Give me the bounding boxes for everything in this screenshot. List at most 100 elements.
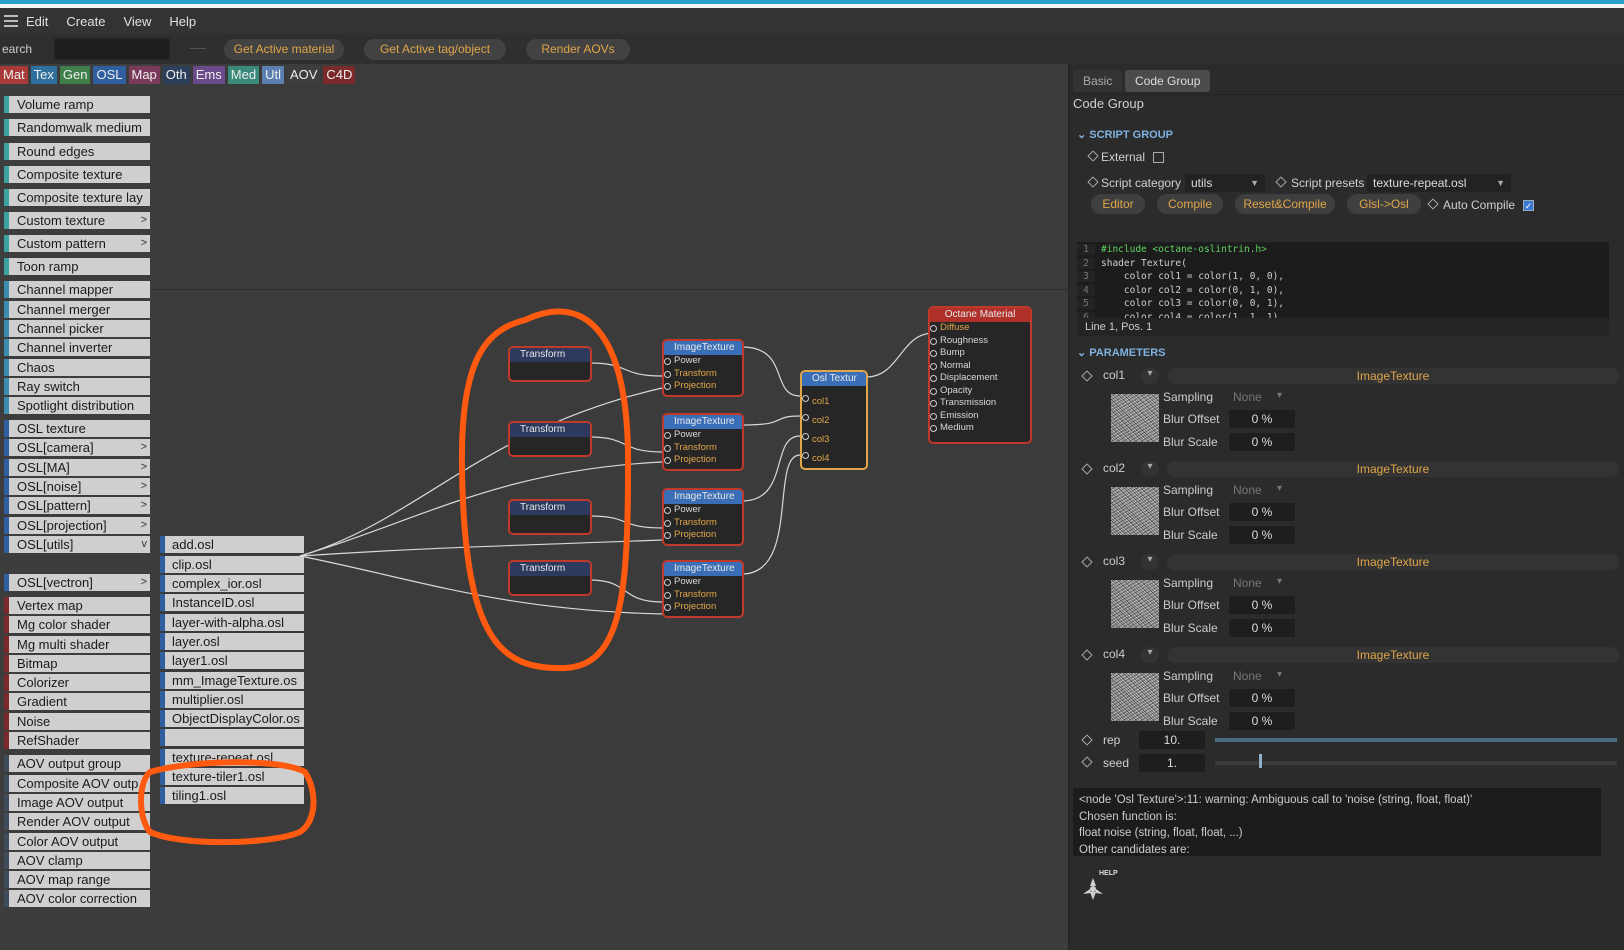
osl-texture-port[interactable]: col2 — [802, 411, 866, 430]
param-name[interactable]: col4 — [1103, 647, 1125, 661]
param-texture-link[interactable]: ImageTexture — [1167, 647, 1619, 663]
material-port[interactable]: Roughness — [930, 335, 1030, 348]
blur-offset-input[interactable]: 0 % — [1229, 410, 1295, 428]
sampling-select[interactable]: None — [1233, 390, 1262, 404]
script-category-keyframe-icon[interactable] — [1087, 176, 1099, 188]
material-port[interactable]: Opacity — [930, 385, 1030, 398]
external-checkbox[interactable] — [1153, 152, 1164, 163]
script-category-label: Script category — [1101, 176, 1182, 190]
sampling-select[interactable]: None — [1233, 669, 1262, 683]
material-port[interactable]: Transmission — [930, 397, 1030, 410]
chevron-down-icon[interactable]: ▾ — [1141, 461, 1159, 477]
transform-node[interactable]: Transform — [508, 346, 592, 382]
material-port[interactable]: Displacement — [930, 372, 1030, 385]
material-port[interactable]: Normal — [930, 360, 1030, 373]
image-texture-node[interactable]: ImageTexture Power Transform Projection — [662, 488, 744, 546]
param-name[interactable]: col3 — [1103, 554, 1125, 568]
tab-code-group[interactable]: Code Group — [1125, 70, 1211, 92]
osl-texture-port[interactable]: col4 — [802, 449, 866, 468]
blur-scale-input[interactable]: 0 % — [1229, 433, 1295, 451]
image-texture-port[interactable]: Projection — [664, 454, 742, 467]
blur-scale-input[interactable]: 0 % — [1229, 712, 1295, 730]
script-presets-keyframe-icon[interactable] — [1275, 176, 1287, 188]
parameters-label: PARAMETERS — [1089, 347, 1166, 359]
param-texture-link[interactable]: ImageTexture — [1167, 461, 1619, 477]
external-keyframe-icon[interactable] — [1087, 150, 1099, 162]
auto-compile-checkbox[interactable]: ✓ — [1523, 200, 1534, 211]
rep-label: rep — [1103, 733, 1121, 747]
image-texture-port[interactable]: Projection — [664, 601, 742, 614]
chevron-down-icon[interactable]: ▾ — [1141, 647, 1159, 663]
script-group-header[interactable]: ⌄ SCRIPT GROUP — [1077, 128, 1173, 141]
param-name[interactable]: col1 — [1103, 368, 1125, 382]
material-port[interactable]: Bump — [930, 347, 1030, 360]
blur-offset-input[interactable]: 0 % — [1229, 596, 1295, 614]
transform-node[interactable]: Transform — [508, 499, 592, 535]
code-line-number: 5 — [1077, 298, 1095, 309]
blur-scale-input[interactable]: 0 % — [1229, 526, 1295, 544]
image-texture-port[interactable]: Power — [664, 429, 742, 442]
chevron-down-icon[interactable]: ▾ — [1141, 368, 1159, 384]
sampling-label: Sampling — [1163, 669, 1214, 683]
param-keyframe-icon[interactable] — [1081, 370, 1093, 382]
image-texture-port[interactable]: Transform — [664, 442, 742, 455]
blur-scale-input[interactable]: 0 % — [1229, 619, 1295, 637]
code-line-number: 4 — [1077, 284, 1095, 296]
seed-slider[interactable] — [1215, 761, 1617, 765]
rep-keyframe-icon[interactable] — [1081, 734, 1093, 746]
image-texture-node[interactable]: ImageTexture Power Transform Projection — [662, 413, 744, 471]
material-port[interactable]: Emission — [930, 410, 1030, 423]
parameters-header[interactable]: ⌄ PARAMETERS — [1077, 346, 1165, 359]
material-port[interactable]: Medium — [930, 422, 1030, 435]
rep-slider[interactable] — [1215, 738, 1617, 742]
param-keyframe-icon[interactable] — [1081, 556, 1093, 568]
image-texture-port[interactable]: Transform — [664, 517, 742, 530]
image-texture-node[interactable]: ImageTexture Power Transform Projection — [662, 560, 744, 618]
image-texture-port[interactable]: Transform — [664, 368, 742, 381]
blur-offset-input[interactable]: 0 % — [1229, 689, 1295, 707]
rep-input[interactable]: 10. — [1139, 731, 1205, 749]
param-keyframe-icon[interactable] — [1081, 649, 1093, 661]
image-texture-port[interactable]: Transform — [664, 589, 742, 602]
script-category-select[interactable]: utils ▼ — [1185, 174, 1265, 192]
blur-offset-input[interactable]: 0 % — [1229, 503, 1295, 521]
code-line-number: 3 — [1077, 271, 1095, 282]
blur-offset-label: Blur Offset — [1163, 412, 1220, 426]
image-texture-port[interactable]: Projection — [664, 529, 742, 542]
param-texture-link[interactable]: ImageTexture — [1167, 554, 1619, 570]
param-keyframe-icon[interactable] — [1081, 463, 1093, 475]
sampling-label: Sampling — [1163, 576, 1214, 590]
osl-texture-port[interactable]: col3 — [802, 430, 866, 449]
image-texture-port[interactable]: Power — [664, 355, 742, 368]
octane-material-node-title: Octane Material — [930, 308, 1030, 322]
reset-compile-button[interactable]: Reset&Compile — [1235, 194, 1335, 214]
tab-basic[interactable]: Basic — [1073, 70, 1123, 92]
image-texture-port[interactable]: Projection — [664, 380, 742, 393]
image-texture-node-title: ImageTexture — [664, 562, 742, 576]
editor-button[interactable]: Editor — [1091, 194, 1145, 214]
transform-node[interactable]: Transform — [508, 560, 592, 596]
octane-material-node[interactable]: Octane Material Diffuse Roughness Bump Norma… — [928, 306, 1032, 444]
material-port[interactable]: Diffuse — [930, 322, 1030, 335]
sampling-select[interactable]: None — [1233, 576, 1262, 590]
script-presets-select[interactable]: texture-repeat.osl ▼ — [1367, 174, 1511, 192]
image-texture-port[interactable]: Power — [664, 504, 742, 517]
transform-node[interactable]: Transform — [508, 421, 592, 457]
blur-offset-label: Blur Offset — [1163, 598, 1220, 612]
seed-slider-handle[interactable] — [1259, 754, 1262, 768]
param-texture-link[interactable]: ImageTexture — [1167, 368, 1619, 384]
glsl-to-osl-button[interactable]: Glsl->Osl — [1347, 194, 1421, 214]
help-label: HELP — [1099, 870, 1118, 877]
image-texture-port[interactable]: Power — [664, 576, 742, 589]
chevron-down-icon[interactable]: ▾ — [1141, 554, 1159, 570]
auto-compile-keyframe-icon[interactable] — [1427, 198, 1439, 210]
osl-texture-port[interactable]: col1 — [802, 392, 866, 411]
compile-button[interactable]: Compile — [1157, 194, 1223, 214]
osl-texture-node[interactable]: Osl Textur col1 col2 col3 col4 — [800, 370, 868, 470]
image-texture-node[interactable]: ImageTexture Power Transform Projection — [662, 339, 744, 397]
seed-keyframe-icon[interactable] — [1081, 756, 1093, 768]
param-name[interactable]: col2 — [1103, 461, 1125, 475]
code-editor[interactable]: 1 #include <octane-oslintrin.h> 2 shader Te… — [1077, 242, 1609, 318]
sampling-select[interactable]: None — [1233, 483, 1262, 497]
seed-input[interactable]: 1. — [1139, 754, 1205, 772]
